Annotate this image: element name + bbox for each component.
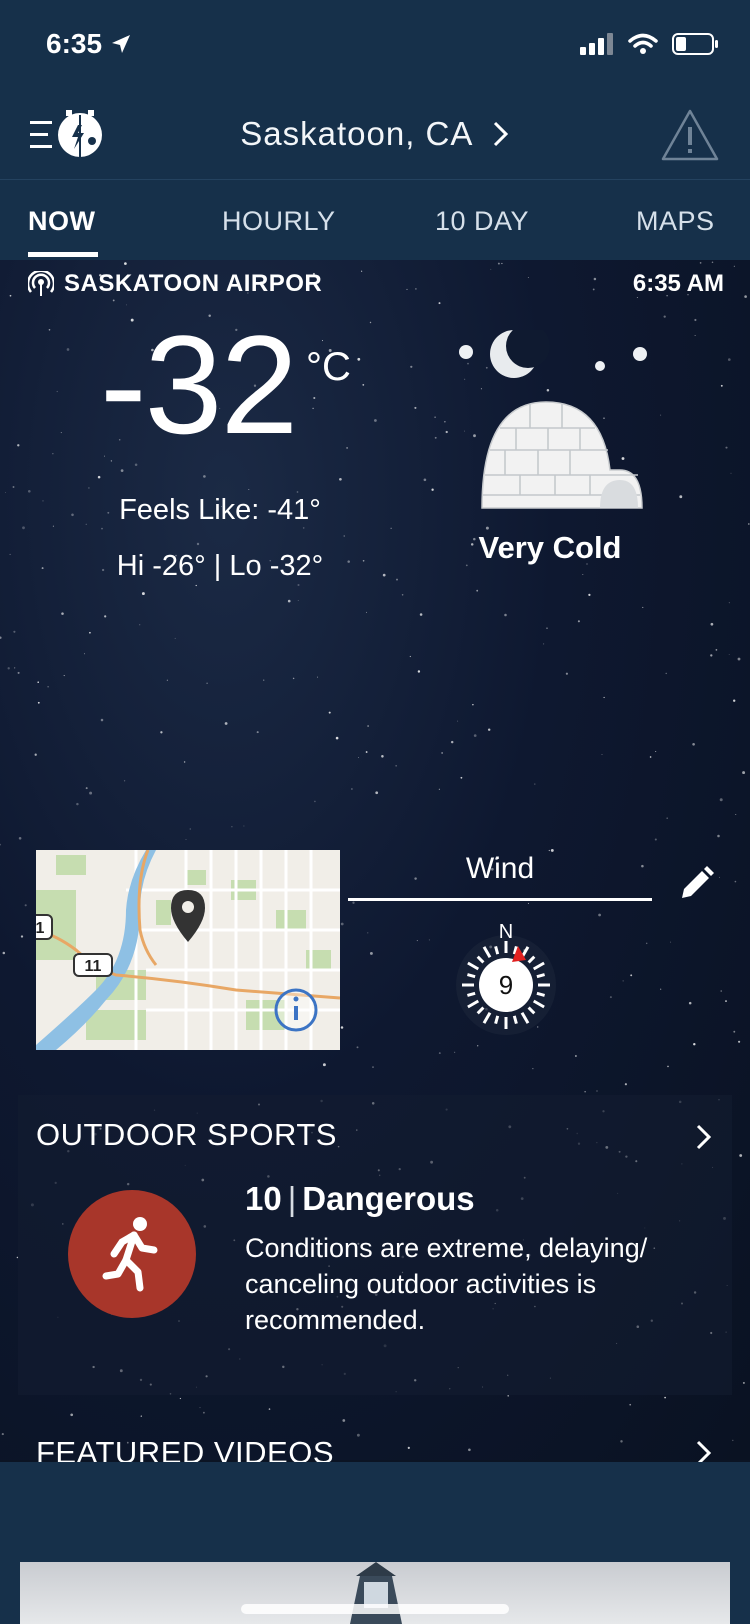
status-bar: 6:35 [0,0,750,90]
tab-hourly[interactable]: HOURLY [222,206,336,237]
risk-level: Dangerous [302,1180,475,1217]
wind-divider [348,898,652,901]
feels-like: Feels Like: -41° [119,494,321,526]
tab-maps[interactable]: MAPS [636,206,715,237]
tab-now[interactable]: NOW [28,206,95,237]
temperature-unit: °C [306,345,351,389]
active-tab-indicator [28,252,98,257]
weather-condition: Very Cold [478,530,622,565]
chevron-right-icon[interactable] [694,1122,714,1152]
wind-title: Wind [465,852,535,885]
chevron-right-icon [493,121,508,147]
status-time-group: 6:35 [46,28,132,60]
highway-edge-label: 1 [36,920,45,937]
observation-time: 6:35 AM [632,270,724,297]
city-selector[interactable]: Saskatoon, CA [0,115,750,153]
location-arrow-icon [112,35,131,53]
wifi-icon [628,33,658,54]
risk-score: 10 [245,1180,282,1217]
igloo-moon-icon [459,330,647,509]
video-thumbnail[interactable] [20,1562,730,1624]
broadcast-icon [28,271,54,296]
running-person-icon [68,1190,196,1318]
edit-pencil-icon[interactable] [676,864,716,904]
current-temperature: -32 [100,306,298,463]
highway-label: 11 [85,958,102,975]
city-name: Saskatoon, CA [240,115,472,152]
status-time: 6:35 [46,28,103,59]
risk-description: Conditions are extreme, delaying/ cancel… [245,1233,648,1335]
home-indicator[interactable] [241,1604,509,1614]
map-graphic: 11 1 [36,850,340,1050]
tab-10-day[interactable]: 10 DAY [435,206,529,237]
status-icons [580,32,720,56]
sports-risk-level: 10 | Dangerous [245,1180,475,1218]
top-bar: 6:35 Saskatoon, CA NOW HOURLY 10 DAY MAP… [0,0,750,260]
weather-station[interactable]: SASKATOON AIRPOR [28,270,322,298]
alert-warning-icon[interactable] [660,107,720,163]
risk-separator: | [287,1180,297,1217]
wind-compass[interactable]: N 9 [446,920,566,1040]
station-name: SASKATOON AIRPOR [64,270,323,297]
outdoor-sports-title: OUTDOOR SPORTS [36,1117,337,1152]
signal-icon [580,33,613,55]
wind-speed: 9 [499,970,513,1000]
app-header: Saskatoon, CA [0,95,750,180]
lighthouse-image [350,1562,402,1624]
radar-map-thumbnail[interactable]: 11 1 [36,850,340,1050]
tab-bar: NOW HOURLY 10 DAY MAPS [0,182,750,260]
compass-north: N [499,921,513,943]
battery-icon [672,33,718,55]
hi-lo-temperature: Hi -26° | Lo -32° [116,550,324,582]
